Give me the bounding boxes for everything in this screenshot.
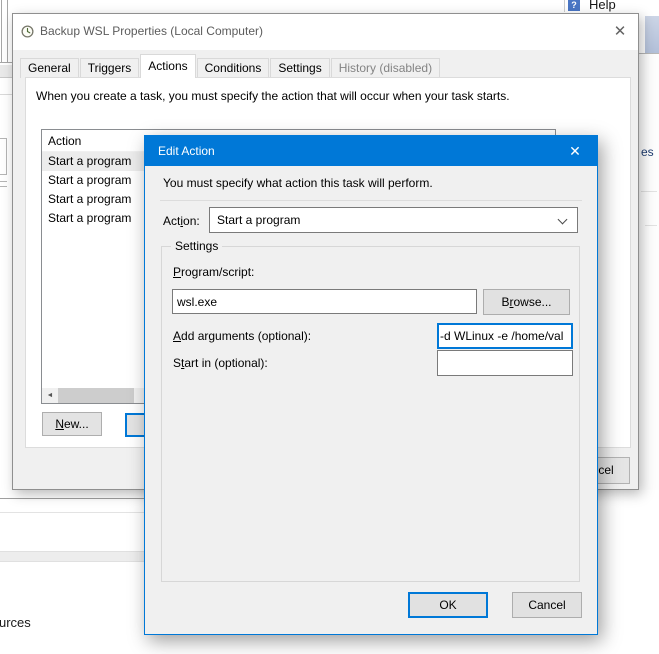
- background-window-edge: [0, 498, 144, 499]
- settings-group-label: Settings: [171, 239, 222, 253]
- background-actions-pane-fragment: es: [639, 53, 659, 490]
- new-button-label: New...: [55, 417, 88, 431]
- cancel-button[interactable]: Cancel: [512, 592, 582, 618]
- tab-history: History (disabled): [331, 58, 440, 78]
- tab-settings[interactable]: Settings: [270, 58, 329, 78]
- close-icon[interactable]: ✕: [559, 136, 591, 166]
- divider: [641, 191, 657, 192]
- add-arguments-input[interactable]: [437, 323, 573, 349]
- program-script-label: Program/script:: [173, 265, 254, 279]
- chevron-down-icon: [558, 215, 568, 225]
- ok-button[interactable]: OK: [408, 592, 488, 618]
- scroll-left-icon[interactable]: ◄: [42, 388, 58, 403]
- tab-general[interactable]: General: [20, 58, 79, 78]
- tab-strip: General Triggers Actions Conditions Sett…: [20, 54, 441, 78]
- background-text-fragment: es: [641, 145, 654, 159]
- close-icon[interactable]: ✕: [607, 20, 633, 43]
- tab-actions[interactable]: Actions: [140, 54, 195, 78]
- edit-action-description: You must specify what action this task w…: [163, 176, 433, 190]
- background-list-fragment: [0, 181, 7, 187]
- action-type-dropdown[interactable]: Start a program: [209, 207, 578, 233]
- background-toolbar-fragment: [0, 65, 12, 78]
- new-button[interactable]: New...: [42, 412, 102, 436]
- help-icon[interactable]: ?: [568, 0, 580, 11]
- program-script-input[interactable]: [172, 289, 477, 314]
- background-menubar: ? Help: [560, 0, 659, 13]
- properties-titlebar[interactable]: Backup WSL Properties (Local Computer) ✕: [13, 14, 638, 50]
- background-window-edge: [0, 94, 12, 95]
- properties-dialog-title: Backup WSL Properties (Local Computer): [40, 24, 263, 38]
- browse-button-label: Browse...: [501, 295, 551, 309]
- scrollbar-thumb[interactable]: [58, 388, 134, 403]
- background-window-edge: [0, 62, 12, 63]
- add-arguments-label: Add arguments (optional):: [173, 329, 311, 343]
- background-window-edge: [0, 512, 144, 513]
- edit-action-titlebar[interactable]: Edit Action ✕: [145, 136, 597, 166]
- task-scheduler-icon: [21, 25, 34, 38]
- intro-text: When you create a task, you must specify…: [36, 89, 510, 103]
- action-type-value: Start a program: [217, 208, 300, 232]
- menu-item-help[interactable]: Help: [589, 0, 616, 12]
- tab-conditions[interactable]: Conditions: [197, 58, 270, 78]
- start-in-label: Start in (optional):: [173, 356, 268, 370]
- edit-action-dialog: Edit Action ✕ You must specify what acti…: [144, 135, 598, 635]
- divider: [645, 225, 657, 226]
- background-text-fragment: urces: [0, 615, 31, 630]
- action-label: Action:: [163, 214, 200, 228]
- edit-action-title: Edit Action: [158, 136, 215, 166]
- background-row-fragment: [0, 551, 144, 562]
- background-window-edge: [1, 0, 2, 62]
- menubar-separator: [564, 0, 565, 12]
- settings-group: Settings Program/script: Browse... Add a…: [161, 246, 580, 582]
- divider: [160, 200, 582, 201]
- background-list-fragment: [0, 138, 7, 175]
- background-window-edge: [7, 0, 8, 62]
- start-in-input[interactable]: [437, 350, 573, 376]
- tab-triggers[interactable]: Triggers: [80, 58, 140, 78]
- browse-button[interactable]: Browse...: [483, 289, 570, 315]
